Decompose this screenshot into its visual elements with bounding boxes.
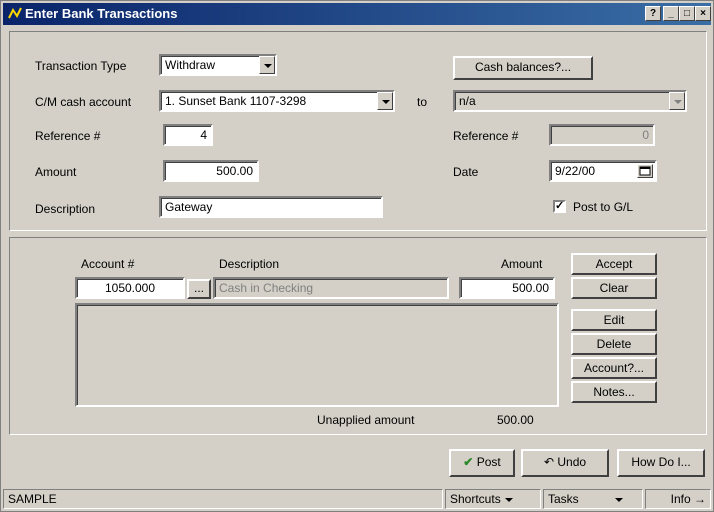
info-label: Info (670, 492, 691, 506)
chevron-down-icon (614, 497, 623, 502)
post-to-gl-checkbox[interactable]: ✓ (553, 200, 566, 213)
description-column-header: Description (219, 257, 280, 271)
reference-input[interactable]: 4 (163, 124, 213, 146)
minimize-button[interactable]: _ (663, 6, 679, 21)
description-input[interactable]: Gateway (159, 196, 383, 218)
title-bar[interactable]: Enter Bank Transactions ? _ □ × (3, 3, 711, 25)
amount-input[interactable]: 500.00 (163, 160, 259, 182)
chevron-down-icon[interactable] (377, 92, 393, 110)
description-label: Description (35, 202, 96, 216)
reference-label: Reference # (35, 129, 101, 143)
chevron-down-icon (504, 497, 513, 502)
to-account-select[interactable]: n/a (453, 90, 687, 112)
undo-icon: ↶ (543, 455, 555, 469)
cm-cash-account-value: 1. Sunset Bank 1107-3298 (165, 94, 307, 108)
chevron-down-icon[interactable] (669, 92, 685, 110)
to-account-value: n/a (459, 94, 476, 108)
transaction-type-value: Withdraw (165, 58, 216, 72)
post-button[interactable]: ✔ Post (449, 449, 515, 477)
reference-2-input[interactable]: 0 (549, 124, 655, 146)
account-number-input[interactable]: 1050.000 (75, 277, 185, 299)
status-mode: SAMPLE (3, 489, 443, 509)
account-lookup-button[interactable]: ... (187, 279, 211, 299)
help-button[interactable]: ? (645, 6, 661, 21)
cash-balances-button[interactable]: Cash balances?... (453, 56, 593, 80)
post-button-label: Post (476, 455, 501, 469)
to-label: to (417, 95, 428, 109)
unapplied-amount-label: Unapplied amount (317, 413, 415, 427)
distribution-description-input[interactable]: Cash in Checking (213, 277, 449, 299)
amount-column-header: Amount (501, 257, 543, 271)
undo-button[interactable]: ↶ Undo (521, 449, 609, 477)
tasks-menu[interactable]: Tasks (543, 489, 643, 509)
account-button[interactable]: Account?... (571, 357, 657, 379)
notes-button[interactable]: Notes... (571, 381, 657, 403)
amount-label: Amount (35, 165, 77, 179)
date-label: Date (453, 165, 479, 179)
date-value: 9/22/00 (555, 164, 596, 178)
enter-bank-transactions-window: Enter Bank Transactions ? _ □ × Transact… (0, 0, 714, 512)
edit-button[interactable]: Edit (571, 309, 657, 331)
delete-button[interactable]: Delete (571, 333, 657, 355)
distribution-amount-input[interactable]: 500.00 (459, 277, 555, 299)
distribution-list[interactable] (75, 303, 559, 407)
chevron-down-icon[interactable] (259, 56, 275, 74)
date-input[interactable]: 9/22/00 (549, 160, 657, 182)
checkmark-icon: ✔ (463, 455, 474, 469)
transaction-type-select[interactable]: Withdraw (159, 54, 277, 76)
transaction-type-label: Transaction Type (35, 59, 127, 73)
post-to-gl-label: Post to G/L (573, 200, 634, 214)
clear-button[interactable]: Clear (571, 277, 657, 299)
undo-button-label: Undo (557, 455, 587, 469)
cm-cash-account-select[interactable]: 1. Sunset Bank 1107-3298 (159, 90, 395, 112)
maximize-button[interactable]: □ (679, 6, 695, 21)
window-title: Enter Bank Transactions (25, 6, 178, 21)
cm-cash-account-label: C/M cash account (35, 95, 132, 109)
reference-2-label: Reference # (453, 129, 519, 143)
app-icon (8, 7, 22, 19)
shortcuts-label: Shortcuts (450, 492, 501, 506)
info-menu[interactable]: Info → (645, 489, 711, 509)
account-column-header: Account # (81, 257, 135, 271)
close-button[interactable]: × (695, 6, 711, 21)
unapplied-amount-value: 500.00 (497, 413, 534, 427)
shortcuts-menu[interactable]: Shortcuts (445, 489, 541, 509)
calendar-icon[interactable] (637, 164, 653, 178)
tasks-label: Tasks (548, 492, 579, 506)
accept-button[interactable]: Accept (571, 253, 657, 275)
arrow-icon: → (690, 492, 706, 506)
how-do-i-button[interactable]: How Do I... (617, 449, 705, 477)
